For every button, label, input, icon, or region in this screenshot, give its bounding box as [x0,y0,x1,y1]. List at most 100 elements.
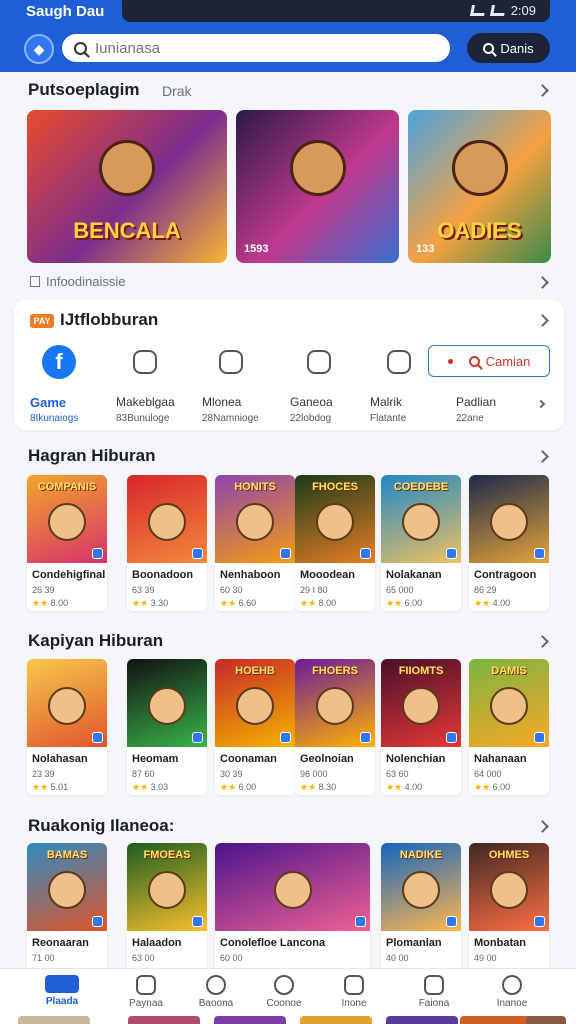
game-card[interactable]: BAMAS Reonaaran 71 00 [27,843,107,979]
game-card[interactable]: HONITS Nenhaboon 60 30 ★★ 6.60 [215,475,295,611]
gift-icon [424,975,444,995]
star-icon: ★★ [32,598,49,608]
nav-item-coonoe[interactable]: Coonoe [254,975,314,1009]
game-card[interactable]: Nolahasan 23 39 ★★ 5.01 [27,659,107,795]
nav-label: Faiona [418,998,450,1009]
game-card[interactable]: FHOCES Mooodean 29 I 80 ★★ 8.00 [295,475,375,611]
facebook-icon[interactable]: f [42,345,76,379]
character-icon [48,687,86,725]
category-label[interactable]: Makeblgaa [116,395,175,409]
game-name: Conolefloe Lancona [220,937,326,949]
platform-icon [355,916,366,927]
category-label[interactable]: Malrik [370,395,402,409]
game-card[interactable]: OHMES Monbatan 49 00 [469,843,549,979]
nav-item-inone[interactable]: Inone [324,975,384,1009]
rating-value: 3.30 [150,598,169,608]
pin-icon [447,358,453,364]
nav-item-baoona[interactable]: Baoona [186,975,246,1009]
category-label[interactable]: Ganeoa [290,395,333,409]
campaign-button[interactable]: Camian [428,345,550,377]
people-icon [206,975,226,995]
cross-icon[interactable] [214,345,248,379]
nav-item-plaada[interactable]: Plaada [32,975,92,1007]
rating-value: 8.00 [318,598,337,608]
search-icon [483,42,495,54]
search-bar[interactable] [62,34,450,62]
game-card[interactable]: FIIOMTS Nolenchian 63 60 ★★ 4.00 [381,659,461,795]
nav-item-inanoe[interactable]: Inanoe [482,975,542,1009]
game-thumbnail: DAMIS [469,659,549,747]
game-art-title: NADIKE [399,849,443,861]
game-thumbnail [215,843,370,931]
game-name: Halaadon [132,937,182,949]
game-card[interactable]: COEDEBE Nolakanan 65 000 ★★ 6.00 [381,475,461,611]
search-button[interactable]: Danis [467,33,550,63]
search-button-label: Danis [500,40,534,56]
category-scroll-icon[interactable] [536,399,546,409]
game-art-title: COEDEBE [393,481,449,493]
search-icon [468,355,480,367]
game-name: Reonaaran [32,937,89,949]
game-card[interactable]: Heomam 87 60 ★★ 3.03 [127,659,207,795]
game-art-title: COMPANIS [37,481,97,493]
game-size: 63 60 [386,769,409,779]
rating-value: 6.00 [492,782,511,792]
search-input[interactable] [95,39,415,57]
character-art [99,140,155,196]
category-label[interactable]: Padlian [456,395,496,409]
game-card[interactable]: Boonadoon 63 39 ★★ 3.30 [127,475,207,611]
category-label[interactable]: Game [30,395,66,410]
platform-icon [534,732,545,743]
game-name: Plomanlan [386,937,442,949]
top-bar: Saugh Dau 2:09 ◆ Danis [0,0,576,72]
banner-card[interactable]: BENCALA [27,110,227,263]
character-art [289,140,346,196]
game-name: Nolahasan [32,753,88,765]
game-size: 49 00 [474,953,497,963]
banner-card[interactable]: 1593 [236,110,399,263]
rating-value: 4.00 [404,782,423,792]
game-card[interactable]: FMOEAS Halaadon 63 00 [127,843,207,979]
character-icon [273,871,312,909]
row2-title: Kapiyan Hiburan [28,631,164,650]
game-size: 30 39 [220,769,243,779]
platform-icon [92,548,103,559]
signal-icon [469,5,486,16]
game-size: 87 60 [132,769,155,779]
game-thumbnail: BAMAS [27,843,107,931]
featured-subtitle[interactable]: Drak [162,83,192,99]
category-label[interactable]: Mlonea [202,395,241,409]
game-thumbnail: FMOEAS [127,843,207,931]
game-card[interactable]: DAMIS Nahanaan 64 000 ★★ 6.00 [469,659,549,795]
banner-tag: 133 [416,243,435,255]
nav-item-faiona[interactable]: Faiona [404,975,464,1009]
category-count: 83Bunuloge [116,413,170,424]
rating-value: 6.60 [238,598,257,608]
category-more-icon[interactable] [536,314,549,327]
game-card[interactable]: Conolefloe Lancona 60 00 [215,843,370,979]
camera-icon[interactable] [128,345,162,379]
game-card[interactable]: HOEHB Coonaman 30 39 ★★ 6.00 [215,659,295,795]
game-art-title: DAMIS [491,665,527,677]
row1-title: Hagran Hiburan [28,446,156,465]
game-card[interactable]: NADIKE Plomanlan 40 00 [381,843,461,979]
rating-value: 3.03 [150,782,169,792]
game-rating: ★★ 8.00 [32,598,68,609]
game-card[interactable]: Contragoon 86 29 ★★ 4.00 [469,475,549,611]
game-rating: ★★ 3.30 [132,598,168,609]
nav-item-paynaa[interactable]: Paynaa [116,975,176,1009]
app-logo-button[interactable]: ◆ [24,34,54,64]
game-card[interactable]: FHOERS Geolnoian 96 000 ★★ 8.30 [295,659,375,795]
banner-tag: 1593 [244,243,269,255]
character-icon [402,871,440,909]
rating-value: 4.00 [492,598,511,608]
game-card[interactable]: COMPANIS Condehigfinal 26 39 ★★ 8.00 [27,475,107,611]
banner-card[interactable]: OADIES 133 [408,110,551,263]
rating-value: 5.01 [50,782,69,792]
bag-icon[interactable] [302,345,336,379]
status-right: 2:09 [469,3,536,18]
star-icon: ★★ [386,782,403,792]
receipt-icon[interactable] [382,345,416,379]
banner-title: BENCALA [73,218,181,243]
game-art-title: FIIOMTS [398,665,444,677]
